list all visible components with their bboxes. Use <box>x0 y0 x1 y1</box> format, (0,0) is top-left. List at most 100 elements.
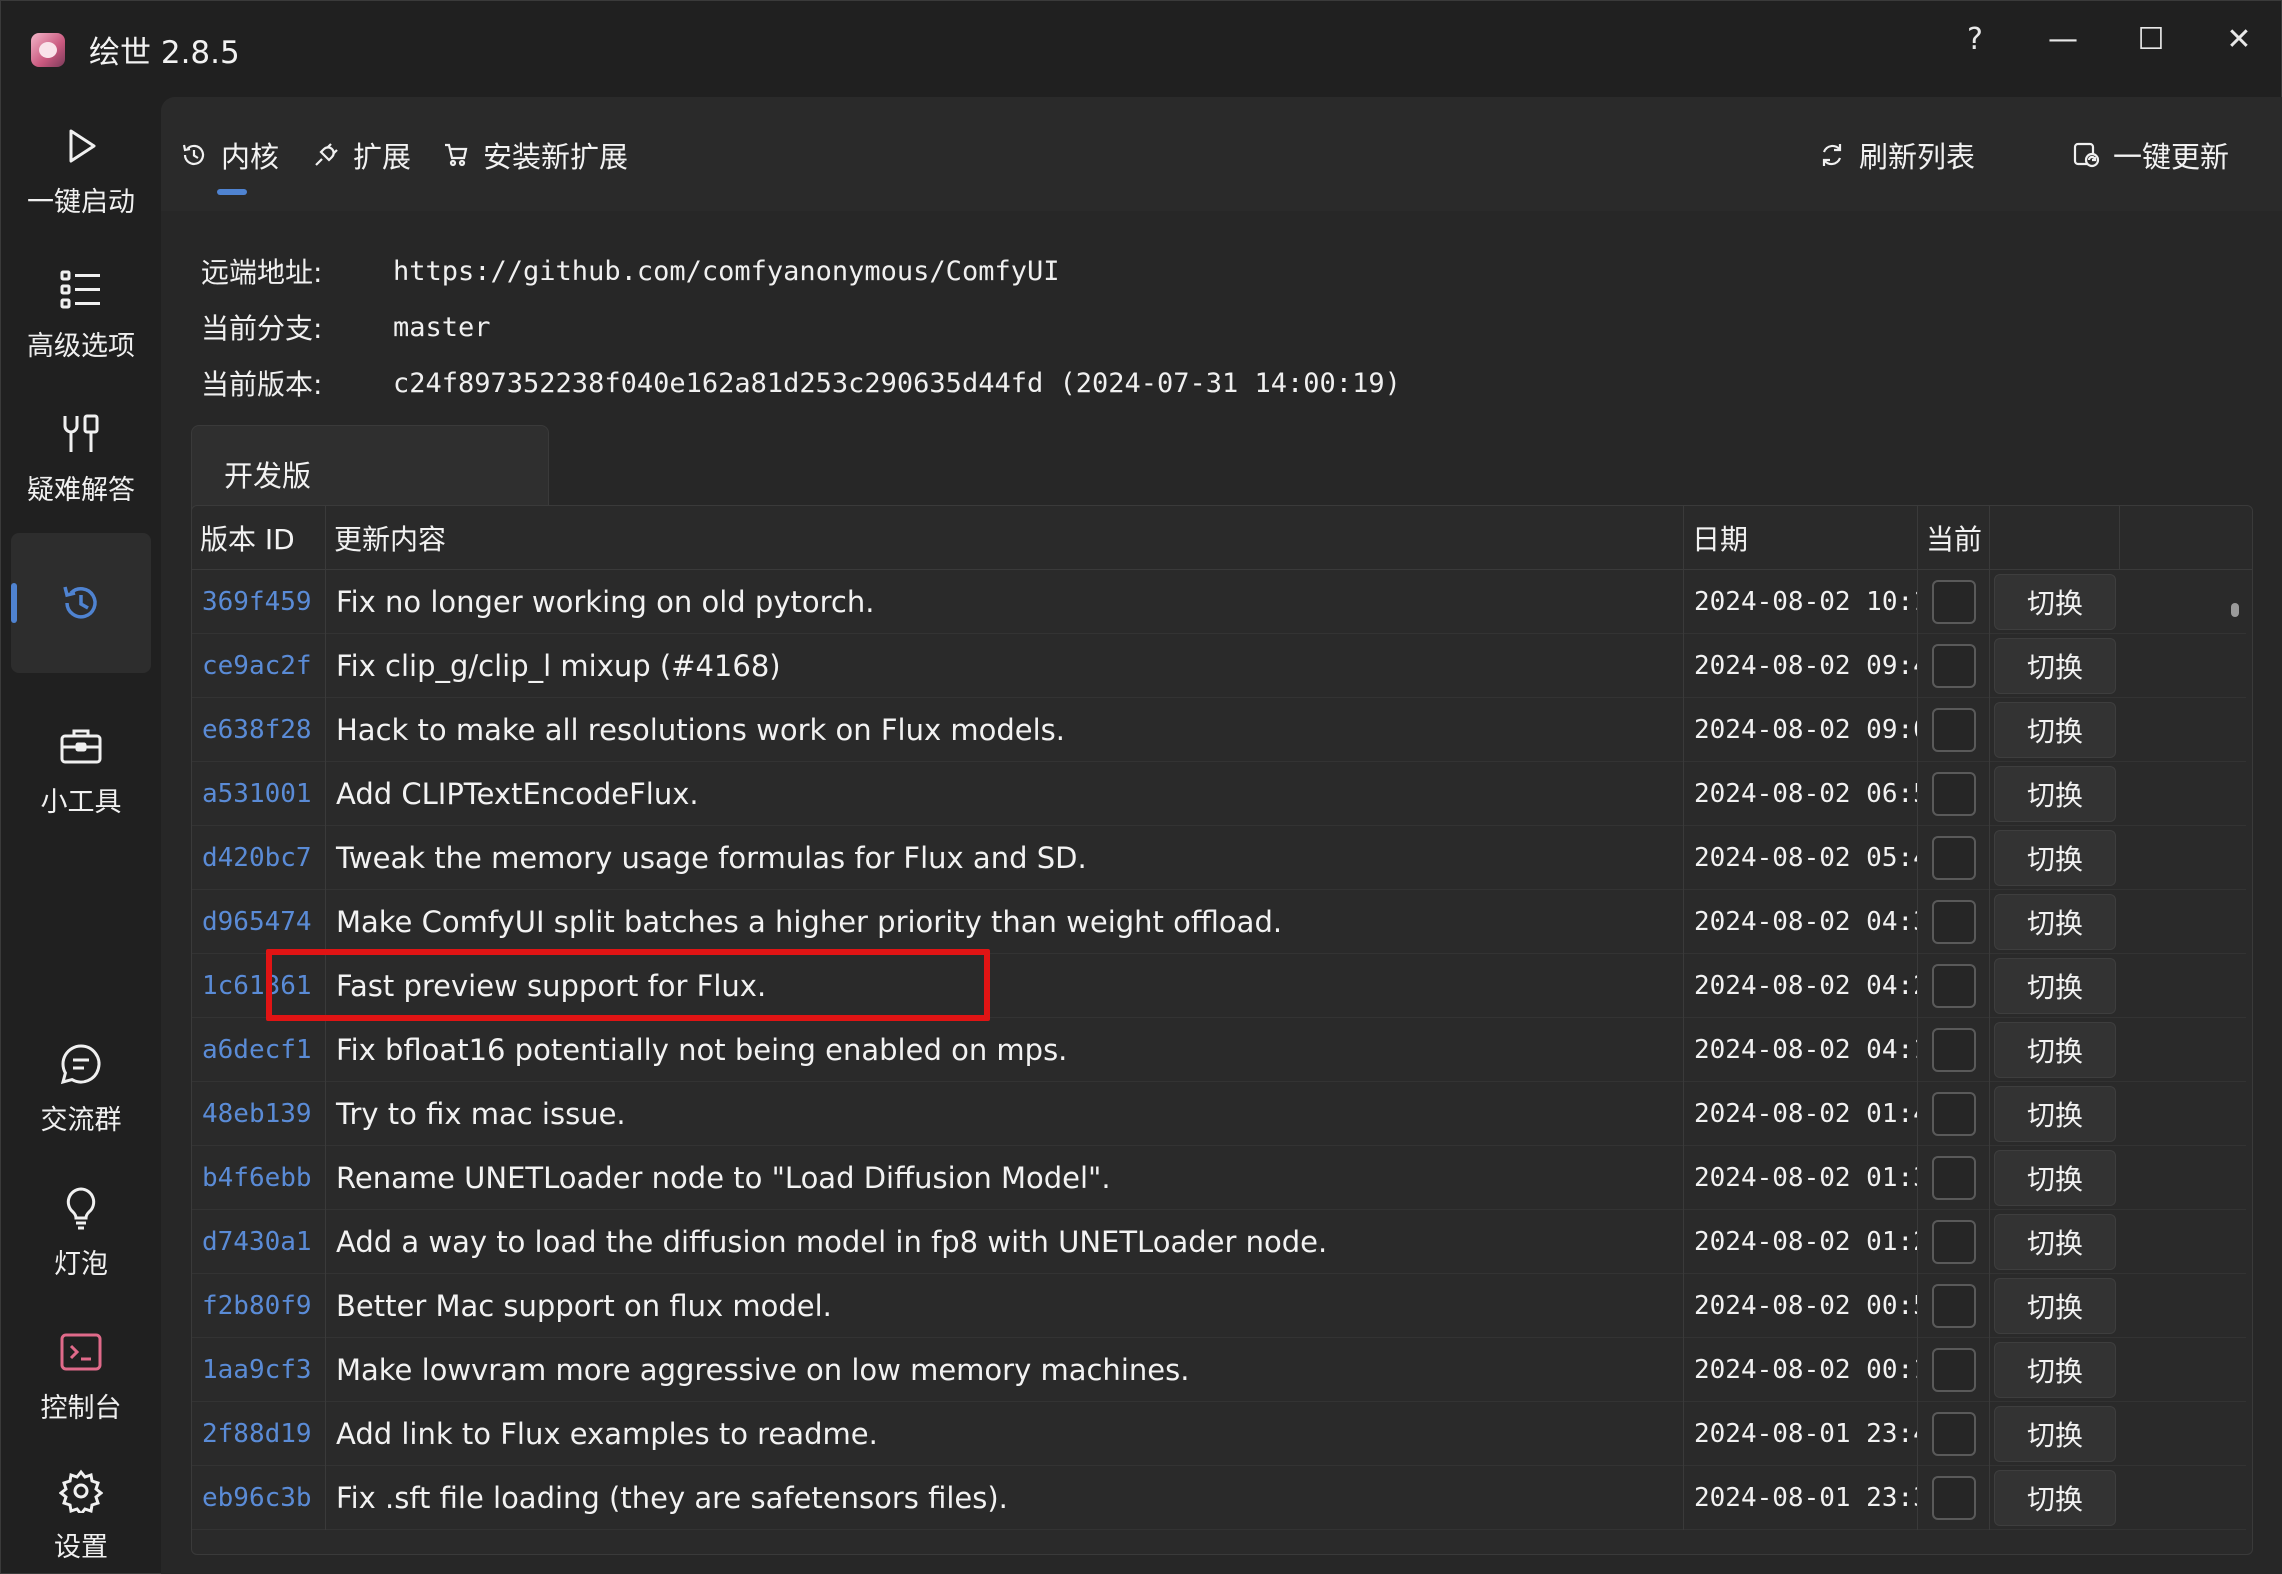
commit-id-link[interactable]: e638f28 <box>192 698 326 762</box>
sidebar-item-console[interactable]: 控制台 <box>11 1309 151 1445</box>
current-checkbox[interactable] <box>1931 964 1976 1008</box>
table-row: 2f88d19 Add link to Flux examples to read… <box>192 1402 2246 1466</box>
sidebar-item-troubleshoot[interactable]: 疑难解答 <box>11 391 151 527</box>
header-id[interactable]: 版本 ID <box>192 506 326 570</box>
sidebar-item-settings[interactable]: 设置 <box>11 1453 151 1574</box>
commit-message: Add a way to load the diffusion model in… <box>326 1210 1684 1274</box>
current-checkbox[interactable] <box>1931 644 1976 688</box>
gear-icon <box>59 1469 103 1513</box>
branch-row: 当前分支: master <box>201 307 491 347</box>
commit-message: Make ComfyUI split batches a higher prio… <box>326 890 1684 954</box>
tab-bar: 内核 扩展 安装新扩展 刷新列表 一键更新 <box>161 97 2282 211</box>
commit-date: 2024-08-02 04:39:59 <box>1684 890 1918 954</box>
header-action <box>1990 506 2120 570</box>
switch-button[interactable]: 切换 <box>1994 1022 2116 1078</box>
scrollbar-thumb[interactable] <box>2231 603 2239 617</box>
switch-button[interactable]: 切换 <box>1994 1278 2116 1334</box>
commit-id-link[interactable]: eb96c3b <box>192 1466 326 1530</box>
switch-button[interactable]: 切换 <box>1994 1406 2116 1462</box>
commit-id-link[interactable]: 1aa9cf3 <box>192 1338 326 1402</box>
current-checkbox[interactable] <box>1931 580 1976 624</box>
header-message[interactable]: 更新内容 <box>326 506 1684 570</box>
switch-button[interactable]: 切换 <box>1994 1342 2116 1398</box>
help-button[interactable]: ? <box>1947 15 2003 63</box>
tab-extensions[interactable]: 扩展 <box>311 135 411 175</box>
commit-id-link[interactable]: b4f6ebb <box>192 1146 326 1210</box>
table-row: f2b80f9 Better Mac support on flux model.… <box>192 1274 2246 1338</box>
current-checkbox[interactable] <box>1931 900 1976 944</box>
switch-button[interactable]: 切换 <box>1994 702 2116 758</box>
current-checkbox[interactable] <box>1931 708 1976 752</box>
maximize-button[interactable]: ☐ <box>2123 15 2179 63</box>
header-current[interactable]: 当前 <box>1918 506 1990 570</box>
title-bar: 绘世 2.8.5 ? — ☐ ✕ <box>1 1 2281 97</box>
commit-id-link[interactable]: ce9ac2f <box>192 634 326 698</box>
minimize-button[interactable]: — <box>2035 15 2091 63</box>
window-title: 绘世 2.8.5 <box>89 35 240 71</box>
current-checkbox[interactable] <box>1931 836 1976 880</box>
sidebar-item-bulb[interactable]: 灯泡 <box>11 1165 151 1301</box>
tab-core[interactable]: 内核 <box>179 135 279 175</box>
table-row: a531001 Add CLIPTextEncodeFlux. 2024-08-02… <box>192 762 2246 826</box>
commit-message: Rename UNETLoader node to "Load Diffusio… <box>326 1146 1684 1210</box>
switch-button[interactable]: 切换 <box>1994 1470 2116 1526</box>
switch-button[interactable]: 切换 <box>1994 638 2116 694</box>
table-row: d420bc7 Tweak the memory usage formulas f… <box>192 826 2246 890</box>
current-cell <box>1918 1338 1990 1402</box>
current-checkbox[interactable] <box>1931 1220 1976 1264</box>
current-checkbox[interactable] <box>1931 1092 1976 1136</box>
toolbox-icon <box>59 724 103 768</box>
current-checkbox[interactable] <box>1931 1284 1976 1328</box>
commit-id-link[interactable]: d965474 <box>192 890 326 954</box>
commit-id-link[interactable]: 2f88d19 <box>192 1402 326 1466</box>
commit-id-link[interactable]: f2b80f9 <box>192 1274 326 1338</box>
switch-button[interactable]: 切换 <box>1994 766 2116 822</box>
current-cell <box>1918 890 1990 954</box>
current-checkbox[interactable] <box>1931 1028 1976 1072</box>
header-date[interactable]: 日期 <box>1684 506 1918 570</box>
sidebar-item-label: 交流群 <box>40 1104 122 1136</box>
switch-button[interactable]: 切换 <box>1994 1086 2116 1142</box>
tab-install[interactable]: 安装新扩展 <box>441 135 628 175</box>
main-panel: 内核 扩展 安装新扩展 刷新列表 一键更新 远端地址: https://gith… <box>161 97 2282 1574</box>
action-cell: 切换 <box>1990 826 2120 890</box>
switch-button[interactable]: 切换 <box>1994 1214 2116 1270</box>
commit-id-link[interactable]: d7430a1 <box>192 1210 326 1274</box>
current-checkbox[interactable] <box>1931 1348 1976 1392</box>
action-cell: 切换 <box>1990 634 2120 698</box>
history-icon <box>179 140 209 170</box>
table-row: 369f459 Fix no longer working on old pyto… <box>192 570 2246 634</box>
switch-button[interactable]: 切换 <box>1994 958 2116 1014</box>
switch-button[interactable]: 切换 <box>1994 574 2116 630</box>
current-cell <box>1918 762 1990 826</box>
commit-id-link[interactable]: d420bc7 <box>192 826 326 890</box>
switch-button[interactable]: 切换 <box>1994 830 2116 886</box>
current-checkbox[interactable] <box>1931 1156 1976 1200</box>
current-cell <box>1918 634 1990 698</box>
sidebar-item-advanced[interactable]: 高级选项 <box>11 247 151 383</box>
commit-id-link[interactable]: 48eb139 <box>192 1082 326 1146</box>
sidebar-item-version[interactable] <box>11 533 151 673</box>
commit-id-link[interactable]: a6decf1 <box>192 1018 326 1082</box>
sidebar-item-tools[interactable]: 小工具 <box>11 703 151 839</box>
current-checkbox[interactable] <box>1931 1412 1976 1456</box>
current-checkbox[interactable] <box>1931 1476 1976 1520</box>
switch-button[interactable]: 切换 <box>1994 894 2116 950</box>
refresh-list-button[interactable]: 刷新列表 <box>1817 135 1975 175</box>
current-checkbox[interactable] <box>1931 772 1976 816</box>
tab-label: 内核 <box>221 140 280 174</box>
sidebar-item-label: 设置 <box>54 1531 108 1563</box>
commit-date: 2024-08-01 23:48:19 <box>1684 1402 1918 1466</box>
commit-id-link[interactable]: 369f459 <box>192 570 326 634</box>
current-cell <box>1918 1082 1990 1146</box>
commit-id-link[interactable]: a531001 <box>192 762 326 826</box>
sidebar-item-label: 小工具 <box>40 786 122 818</box>
sidebar-item-launch[interactable]: 一键启动 <box>11 103 151 239</box>
version-label: 当前版本: <box>201 368 323 401</box>
list-icon <box>59 268 103 312</box>
sidebar-item-community[interactable]: 交流群 <box>11 1021 151 1157</box>
current-cell <box>1918 826 1990 890</box>
close-button[interactable]: ✕ <box>2211 15 2267 63</box>
switch-button[interactable]: 切换 <box>1994 1150 2116 1206</box>
update-all-button[interactable]: 一键更新 <box>2071 135 2229 175</box>
